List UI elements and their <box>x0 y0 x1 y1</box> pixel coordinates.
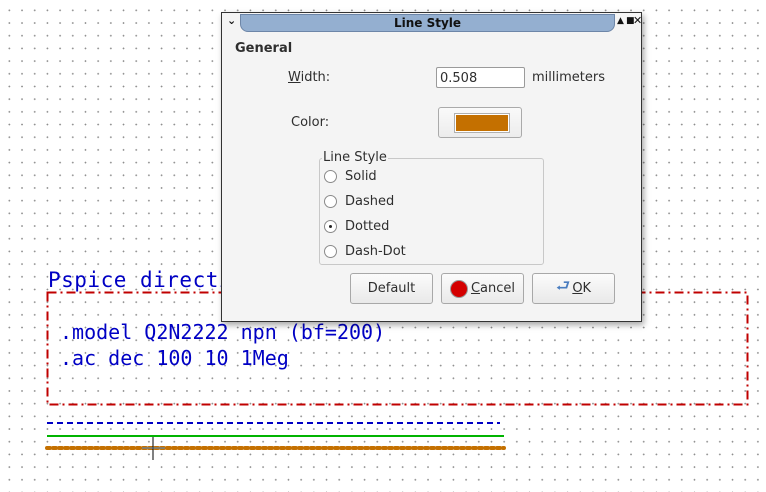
dialog-title: Line Style <box>240 14 615 32</box>
radio-dashed[interactable]: Dashed <box>324 191 394 211</box>
width-unit: millimeters <box>532 70 605 85</box>
width-label-rest: idth: <box>300 70 331 85</box>
radio-label: Dotted <box>345 218 390 234</box>
minimize-icon[interactable]: ▲ <box>617 16 624 26</box>
radio-circle <box>324 194 337 208</box>
radio-circle-checked <box>324 219 337 233</box>
radio-solid[interactable]: Solid <box>324 166 377 186</box>
line-style-dialog: ⌄ Line Style ▲ ■ ✕ General Width: 0.508 … <box>221 12 642 322</box>
color-label: Color: <box>291 115 330 130</box>
window-menu-icon[interactable]: ⌄ <box>227 14 236 27</box>
radio-label: Solid <box>345 168 377 184</box>
title-bar[interactable]: ⌄ Line Style ▲ ■ ✕ <box>222 13 642 32</box>
width-label: Width: <box>288 70 330 85</box>
enter-arrow-icon: ⮐ <box>555 276 571 295</box>
section-general: General <box>235 41 293 56</box>
radio-label: Dash-Dot <box>345 243 406 259</box>
line-style-group-title: Line Style <box>322 150 388 165</box>
color-picker-button[interactable] <box>438 107 522 138</box>
radio-label: Dashed <box>345 193 395 209</box>
width-input[interactable]: 0.508 <box>436 67 525 88</box>
ok-rest: K <box>582 281 592 296</box>
radio-circle <box>324 169 337 183</box>
default-button[interactable]: Default <box>350 273 433 304</box>
ok-accel: O <box>572 281 583 296</box>
cancel-accel: C <box>470 281 481 296</box>
ok-button[interactable]: ⮐ O K <box>532 273 615 304</box>
radio-dotted[interactable]: Dotted <box>324 216 389 236</box>
cancel-button[interactable]: Cancel <box>441 273 524 304</box>
close-icon[interactable]: ✕ <box>633 14 642 27</box>
stop-icon <box>449 279 468 298</box>
width-label-accel: W <box>288 70 301 85</box>
radio-circle <box>324 244 337 258</box>
cancel-rest: ancel <box>480 281 516 296</box>
radio-dash-dot[interactable]: Dash-Dot <box>324 241 406 261</box>
color-swatch <box>454 113 510 133</box>
